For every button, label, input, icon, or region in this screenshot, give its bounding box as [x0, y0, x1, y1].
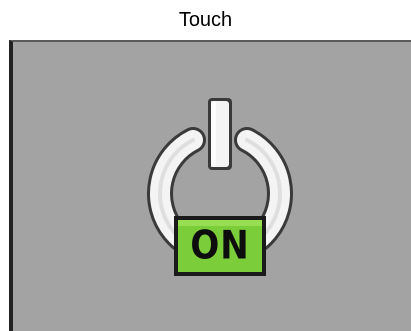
power-toggle-button[interactable]: ON	[145, 98, 295, 283]
touch-panel: ON	[9, 40, 411, 331]
power-icon	[147, 98, 293, 276]
page-title: Touch	[178, 9, 233, 31]
